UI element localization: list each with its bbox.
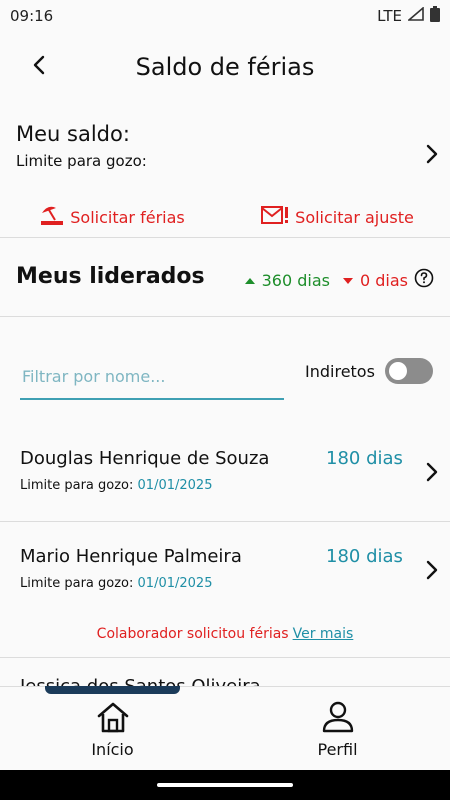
battery-icon [430,6,440,26]
employee-name: Douglas Henrique de Souza [20,448,270,469]
indirect-toggle-row: Indiretos [305,358,433,384]
vacation-request-notice: Colaborador solicitou férias Ver mais [0,626,450,642]
back-button[interactable] [22,50,56,84]
employee-limit: Limite para gozo: 01/01/2025 [20,478,212,493]
mail-alert-icon [261,205,289,229]
help-circle-icon[interactable] [414,268,434,292]
indirect-toggle[interactable] [384,358,433,384]
nav-profile-label: Perfil [317,739,358,759]
indirect-label: Indiretos [305,361,375,381]
request-vacation-button[interactable]: Solicitar férias [0,196,225,238]
balance-actions: Solicitar férias Solicitar ajuste [0,196,450,238]
employee-limit-date: 01/01/2025 [137,576,213,591]
my-balance-row[interactable]: Meu saldo: Limite para gozo: [0,116,450,192]
divider [0,316,450,317]
triangle-down-icon [342,271,354,290]
back-arrow-icon [32,55,46,79]
employee-name: Mario Henrique Palmeira [20,546,242,567]
gesture-handle[interactable] [157,783,293,787]
beach-umbrella-icon [40,204,64,230]
employee-limit-label: Limite para gozo: [20,478,134,493]
app-bar: Saldo de férias [0,38,450,96]
name-filter-field [20,356,288,400]
up-count: 360 dias [261,270,330,290]
home-icon [95,700,131,738]
notice-text: Colaborador solicitou férias [96,626,289,642]
employee-days: 180 dias [326,546,403,567]
nav-home[interactable]: Início [0,687,225,771]
request-adjustment-label: Solicitar ajuste [295,207,414,227]
status-indicators: LTE [377,6,440,26]
chevron-right-icon [422,560,442,580]
bottom-nav: Início Perfil [0,686,450,771]
balance-limit-label: Limite para gozo: [16,152,147,170]
employee-limit: Limite para gozo: 01/01/2025 [20,576,212,591]
balance-heading: Meu saldo: [16,122,130,146]
status-time: 09:16 [10,7,54,25]
nav-active-indicator [45,686,180,694]
triangle-up-icon [244,271,256,290]
network-label: LTE [377,7,402,25]
employee-limit-date: 01/01/2025 [137,478,213,493]
leaders-counts: 360 dias 0 dias [244,268,434,292]
toggle-knob [388,362,407,380]
status-bar: 09:16 LTE [0,0,450,32]
page-title: Saldo de férias [135,53,315,81]
system-navigation-bar [0,770,450,800]
request-vacation-label: Solicitar férias [70,207,185,227]
divider [0,657,450,658]
employee-days: 180 dias [326,448,403,469]
down-count: 0 dias [359,270,408,290]
signal-icon [406,6,424,25]
leaders-header: Meus liderados 360 dias 0 dias [0,250,450,306]
divider [0,521,450,522]
nav-home-label: Início [91,739,134,759]
leaders-heading: Meus liderados [16,264,205,289]
see-more-link[interactable]: Ver mais [293,626,354,642]
request-adjustment-button[interactable]: Solicitar ajuste [225,196,450,238]
person-icon [320,700,356,738]
employee-card[interactable]: Douglas Henrique de Souza 180 dias Limit… [0,448,450,520]
chevron-right-icon [422,462,442,482]
nav-profile[interactable]: Perfil [225,687,450,771]
employee-limit-label: Limite para gozo: [20,576,134,591]
divider [0,237,450,238]
chevron-right-icon [422,144,442,164]
employee-card[interactable]: Mario Henrique Palmeira 180 dias Limite … [0,546,450,616]
name-filter-input[interactable] [20,356,288,396]
